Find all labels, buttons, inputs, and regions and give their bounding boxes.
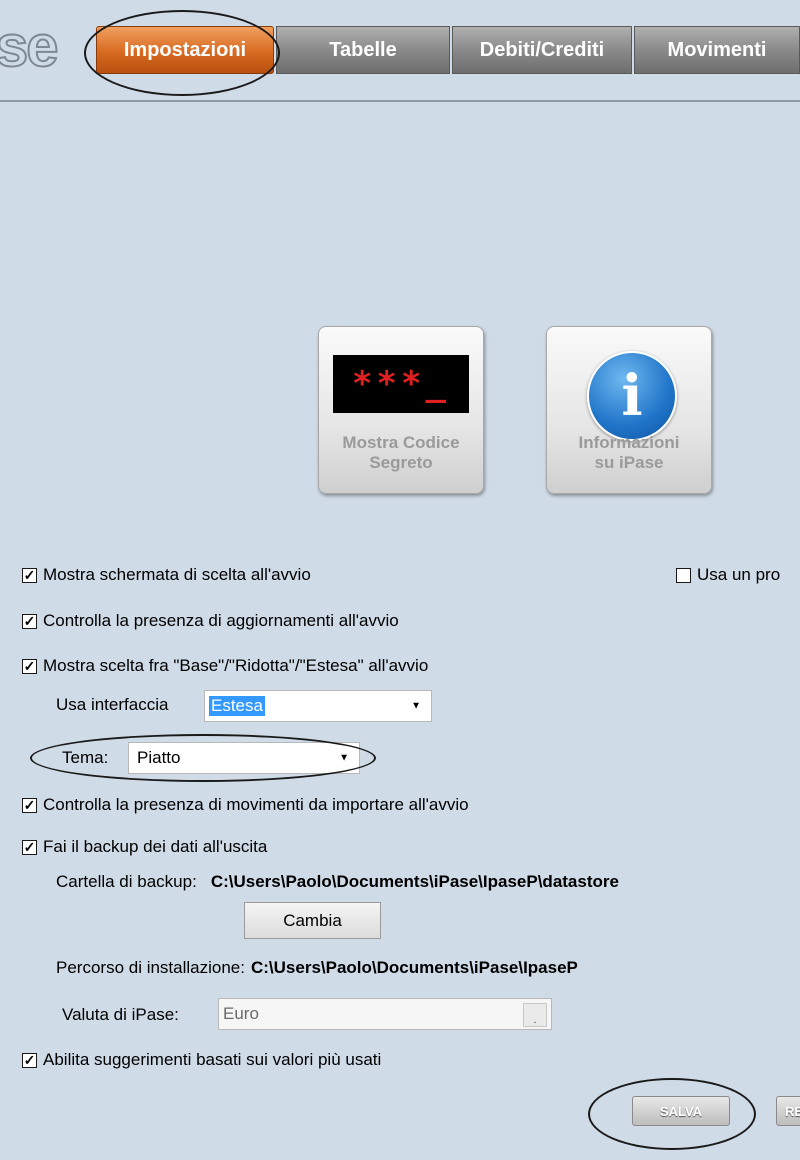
tab-label: Movimenti — [667, 38, 767, 61]
app-logo: se — [0, 14, 59, 79]
option-label: Usa un pro — [697, 565, 781, 584]
install-path-row: Percorso di installazione: C:\Users\Paol… — [56, 958, 578, 978]
option-label: Controlla la presenza di aggiornamenti a… — [43, 611, 399, 630]
option-show-choice-screen[interactable]: ✓ Mostra schermata di scelta all'avvio — [22, 565, 311, 585]
reset-button[interactable]: RE — [776, 1096, 800, 1126]
option-backup-on-exit[interactable]: ✓ Fai il backup dei dati all'uscita — [22, 837, 267, 857]
option-show-interface-choice[interactable]: ✓ Mostra scelta fra "Base"/"Ridotta"/"Es… — [22, 656, 428, 676]
theme-label: Tema: — [62, 748, 108, 768]
chevron-down-icon[interactable]: ▼ — [339, 753, 349, 764]
option-label: Mostra schermata di scelta all'avvio — [43, 565, 311, 584]
info-icon: i — [587, 351, 677, 441]
option-label: Mostra scelta fra "Base"/"Ridotta"/"Este… — [43, 656, 429, 675]
secret-code-display: ***_ — [333, 355, 469, 413]
install-path-value: C:\Users\Paolo\Documents\iPase\IpaseP — [250, 958, 578, 977]
install-path-label: Percorso di installazione: — [56, 958, 245, 977]
currency-label: Valuta di iPase: — [62, 1005, 179, 1025]
label-text: Tema: — [62, 748, 109, 767]
info-label: Informazioni su iPase — [578, 433, 680, 472]
backup-folder-label: Cartella di backup: — [56, 872, 197, 891]
divider — [0, 100, 800, 102]
option-suggestions[interactable]: ✓ Abilita suggerimenti basati sui valori… — [22, 1050, 381, 1070]
save-button[interactable]: SALVA — [632, 1096, 730, 1126]
change-button[interactable]: Cambia — [244, 902, 381, 939]
select-value: Piatto — [137, 748, 181, 767]
checkbox[interactable] — [676, 567, 691, 583]
option-label: Fai il backup dei dati all'uscita — [43, 837, 268, 856]
checkbox[interactable]: ✓ — [22, 567, 37, 583]
currency-browse-button[interactable]: . — [523, 1003, 547, 1027]
option-label: Controlla la presenza di movimenti da im… — [43, 795, 469, 814]
backup-folder-row: Cartella di backup: C:\Users\Paolo\Docum… — [56, 872, 619, 892]
secret-code-label: Mostra Codice Segreto — [342, 433, 460, 472]
checkbox[interactable]: ✓ — [22, 839, 37, 855]
label-text: Valuta di iPase: — [62, 1005, 179, 1024]
tab-debiti-crediti[interactable]: Debiti/Crediti — [452, 26, 632, 74]
info-button[interactable]: i Informazioni su iPase — [546, 326, 712, 494]
tab-label: Tabelle — [329, 38, 397, 61]
tab-impostazioni[interactable]: Impostazioni — [96, 26, 274, 74]
checkbox[interactable]: ✓ — [22, 1052, 37, 1068]
theme-select[interactable]: Piatto ▼ — [128, 742, 360, 774]
show-secret-code-button[interactable]: ***_ Mostra Codice Segreto — [318, 326, 484, 494]
currency-field[interactable]: Euro . — [218, 998, 552, 1030]
checkbox[interactable]: ✓ — [22, 658, 37, 674]
option-use-profile[interactable]: Usa un pro — [676, 565, 780, 585]
option-check-updates[interactable]: ✓ Controlla la presenza di aggiornamenti… — [22, 611, 399, 631]
interface-select[interactable]: Estesa ▼ — [204, 690, 432, 722]
currency-value: Euro — [223, 1004, 259, 1023]
backup-folder-path: C:\Users\Paolo\Documents\iPase\IpaseP\da… — [210, 872, 619, 891]
tab-label: Impostazioni — [123, 38, 247, 61]
tab-tabelle[interactable]: Tabelle — [276, 26, 450, 74]
option-check-movements[interactable]: ✓ Controlla la presenza di movimenti da … — [22, 795, 469, 815]
checkbox[interactable]: ✓ — [22, 797, 37, 813]
top-navigation-bar: se Impostazioni Tabelle Debiti/Crediti M… — [0, 0, 800, 100]
option-label: Abilita suggerimenti basati sui valori p… — [43, 1050, 382, 1069]
label-text: Usa interfaccia — [56, 695, 169, 714]
select-value: Estesa — [209, 696, 265, 716]
chevron-down-icon[interactable]: ▼ — [411, 701, 421, 712]
interface-label: Usa interfaccia — [56, 695, 168, 715]
tab-label: Debiti/Crediti — [479, 38, 605, 61]
checkbox[interactable]: ✓ — [22, 613, 37, 629]
tab-movimenti[interactable]: Movimenti — [634, 26, 800, 74]
